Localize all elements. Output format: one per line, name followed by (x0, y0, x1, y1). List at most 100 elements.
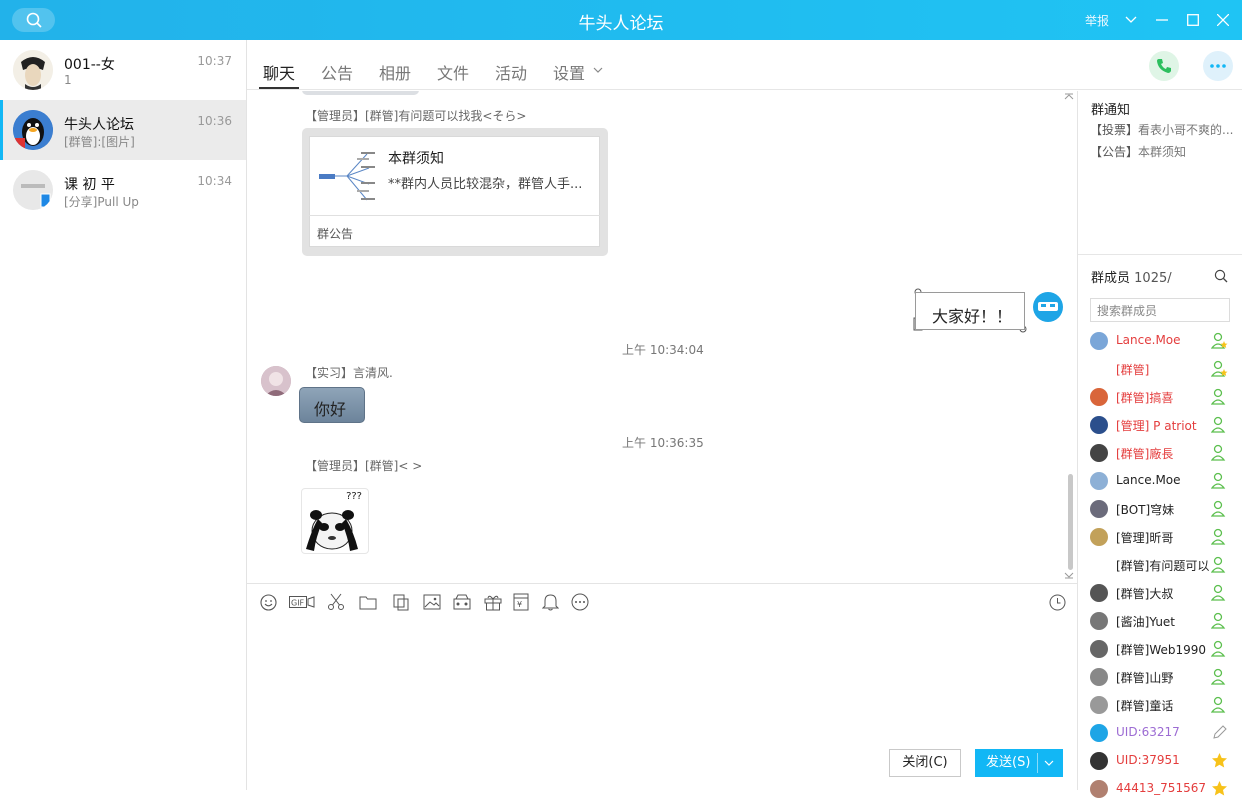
session-item[interactable]: 牛头人论坛 [群管]:[图片] 10:36 (0, 100, 246, 160)
history-clock-icon[interactable] (1047, 593, 1067, 611)
chevron-down-icon[interactable] (1044, 760, 1054, 767)
member-item[interactable]: [群管]Web1990 (1090, 637, 1240, 661)
tab-album[interactable]: 相册 (379, 60, 411, 84)
avatar (1090, 584, 1108, 602)
more-button[interactable] (1203, 51, 1233, 81)
more-options-icon[interactable] (570, 593, 590, 611)
member-item[interactable]: [BOT]穹妹 (1090, 497, 1240, 521)
chat-scrollbar[interactable] (1068, 474, 1073, 570)
avatar (1090, 444, 1108, 462)
card-description: **群内人员比较混杂，群管人手... (388, 177, 583, 192)
gif-icon[interactable]: GIF (289, 593, 315, 611)
member-role-icon (1211, 696, 1226, 713)
member-item[interactable]: [群管]山野 (1090, 665, 1240, 689)
call-button[interactable] (1149, 51, 1179, 81)
member-item[interactable]: [管理]昕哥 (1090, 525, 1240, 549)
tab-settings[interactable]: 设置 (553, 60, 585, 84)
more-icon (1210, 64, 1226, 68)
member-name: [管理]昕哥 (1116, 531, 1174, 545)
bell-icon[interactable] (540, 593, 560, 611)
chevron-down-icon[interactable] (1121, 10, 1141, 30)
minimize-icon[interactable] (1152, 10, 1172, 30)
screenshot-icon[interactable] (391, 593, 411, 611)
member-name: [酱油]Yuet (1116, 615, 1176, 629)
member-item[interactable]: [群管]廠長 (1090, 441, 1240, 465)
member-role-icon (1211, 444, 1226, 461)
member-item[interactable]: [管理] P atriot (1090, 413, 1240, 437)
session-name: 牛头人论坛 (64, 117, 134, 133)
star-icon (1212, 753, 1227, 768)
notice-item[interactable]: 【投票】看表小哥不爽的... (1090, 121, 1233, 138)
star-icon (1212, 781, 1227, 796)
svg-text:GIF: GIF (291, 599, 305, 608)
member-item[interactable]: [群管]有问题可以 (1090, 553, 1240, 577)
member-item[interactable]: 44413_751567 (1090, 777, 1240, 801)
member-name: 44413_751567 (1116, 781, 1206, 795)
tab-bar: 聊天 公告 相册 文件 活动 设置 (247, 40, 1242, 90)
phone-icon (1157, 59, 1171, 73)
collapse-icon[interactable] (1064, 93, 1074, 101)
member-item[interactable]: Lance.Moe (1090, 469, 1240, 493)
close-button[interactable]: 关闭(C) (889, 749, 961, 777)
search-icon[interactable] (1214, 269, 1228, 283)
avatar (1090, 612, 1108, 630)
member-item[interactable]: [群管]搞喜 (1090, 385, 1240, 409)
member-role-icon (1211, 556, 1226, 573)
chat-area: 【管理员】[群管]有问题可以找我<そら> 本群须知 **群内人员比较混杂，群管人… (247, 91, 1077, 583)
report-link[interactable]: 举报 (1085, 12, 1109, 29)
send-button-label: 发送(S) (986, 755, 1031, 770)
member-item[interactable]: [群管]童话 (1090, 693, 1240, 717)
member-item[interactable]: [酱油]Yuet (1090, 609, 1240, 633)
close-icon[interactable] (1213, 10, 1233, 30)
own-message-bubble[interactable]: 大家好！！ (915, 292, 1025, 330)
member-role-icon (1211, 640, 1226, 657)
member-item[interactable]: UID:37951 (1090, 749, 1240, 773)
video-icon[interactable] (452, 593, 472, 611)
input-toolbar: GIF ¥ (247, 583, 1077, 619)
member-item[interactable]: UID:63217 (1090, 721, 1240, 745)
notice-tag: 【投票】 (1090, 123, 1139, 137)
member-search-input[interactable]: 搜索群成员 (1090, 298, 1230, 322)
tab-files[interactable]: 文件 (437, 60, 469, 84)
red-packet-icon[interactable]: ¥ (511, 593, 531, 611)
group-side-panel: 群通知 【投票】看表小哥不爽的... 【公告】本群须知 群成员 1025/ 搜索… (1077, 91, 1242, 798)
avatar (13, 110, 53, 150)
emoji-icon[interactable] (258, 593, 278, 611)
member-role-icon (1211, 416, 1226, 433)
avatar (13, 50, 53, 90)
scissors-icon[interactable] (326, 593, 346, 611)
expand-icon[interactable] (1064, 571, 1074, 579)
image-icon[interactable] (422, 593, 442, 611)
folder-icon[interactable] (358, 593, 378, 611)
tab-chat[interactable]: 聊天 (263, 60, 295, 84)
member-item[interactable]: [群管] (1090, 357, 1240, 381)
message-sender: 【管理员】[群管]< > (305, 459, 423, 473)
member-item[interactable]: Lance.Moe (1090, 329, 1240, 353)
title-bar: 牛头人论坛 举报 (0, 0, 1242, 40)
maximize-icon[interactable] (1183, 10, 1203, 30)
notice-item[interactable]: 【公告】本群须知 (1090, 143, 1186, 160)
session-item[interactable]: 001--女 1 10:37 (0, 40, 246, 100)
card-divider (309, 215, 600, 216)
send-button[interactable]: 发送(S) (975, 749, 1063, 777)
sticker-caption: ??? (346, 491, 362, 502)
window-title: 牛头人论坛 (578, 14, 664, 34)
session-item[interactable]: 课 初 平 [分享]Pull Up 10:34 (0, 160, 246, 220)
chevron-down-icon[interactable] (593, 67, 603, 74)
tab-activity[interactable]: 活动 (495, 60, 527, 84)
edit-icon (1213, 725, 1227, 739)
tab-announcement[interactable]: 公告 (321, 60, 353, 84)
avatar (1090, 640, 1108, 658)
session-time: 10:36 (197, 114, 232, 128)
avatar (1090, 752, 1108, 770)
message-bubble[interactable]: 你好 (299, 387, 365, 423)
member-role-icon (1211, 360, 1228, 377)
avatar (1090, 360, 1108, 378)
message-input[interactable] (247, 620, 1077, 740)
member-name: [群管]廠長 (1116, 447, 1174, 461)
member-item[interactable]: [群管]大叔 (1090, 581, 1240, 605)
gift-icon[interactable] (483, 593, 503, 611)
notice-text: 本群须知 (1138, 145, 1187, 159)
members-count: 1025/ (1134, 271, 1172, 286)
sticker-image[interactable]: ??? (301, 488, 369, 554)
